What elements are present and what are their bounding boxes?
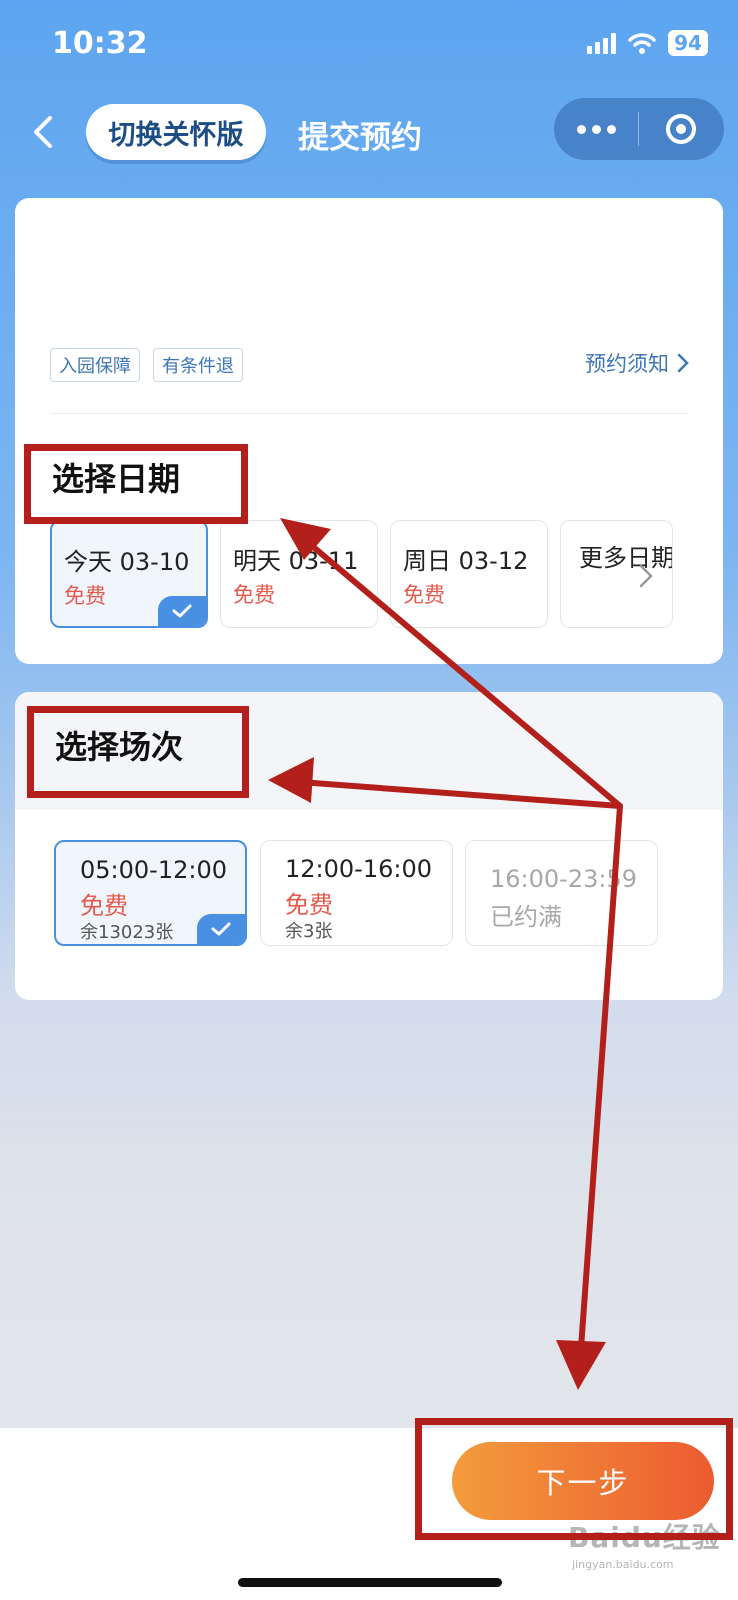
session-price: 免费 bbox=[285, 891, 333, 919]
session-price: 免费 bbox=[80, 892, 128, 920]
annotation-box-date bbox=[24, 444, 248, 524]
mini-program-capsule bbox=[554, 98, 724, 160]
check-icon bbox=[158, 596, 206, 626]
wifi-icon bbox=[628, 33, 656, 54]
more-dates-button[interactable]: 更多日期 bbox=[560, 520, 673, 628]
booking-notice-link[interactable]: 预约须知 bbox=[585, 348, 689, 378]
signal-icon bbox=[587, 32, 617, 54]
divider bbox=[50, 413, 689, 414]
battery-indicator: 94 bbox=[668, 30, 708, 56]
annotation-box-next bbox=[415, 1418, 733, 1540]
date-option-today[interactable]: 今天 03-10 免费 bbox=[50, 520, 208, 628]
session-time: 05:00-12:00 bbox=[80, 856, 227, 884]
date-option-sunday[interactable]: 周日 03-12 免费 bbox=[390, 520, 548, 628]
date-label: 今天 03-10 bbox=[64, 548, 190, 576]
close-miniprogram-icon[interactable] bbox=[639, 114, 723, 144]
session-option-afternoon[interactable]: 12:00-16:00 免费 余3张 bbox=[260, 840, 453, 946]
page-title: 提交预约 bbox=[298, 120, 422, 156]
session-time: 12:00-16:00 bbox=[285, 855, 432, 883]
date-option-tomorrow[interactable]: 明天 03-11 免费 bbox=[220, 520, 378, 628]
arrow-head-next bbox=[556, 1340, 606, 1390]
annotation-box-session bbox=[27, 706, 249, 798]
date-label: 明天 03-11 bbox=[233, 547, 359, 575]
date-price: 免费 bbox=[403, 583, 445, 607]
date-price: 免费 bbox=[64, 584, 106, 608]
tag-conditional-refund: 有条件退 bbox=[153, 348, 243, 382]
home-indicator bbox=[238, 1578, 502, 1587]
watermark-url: jingyan.baidu.com bbox=[572, 1558, 674, 1571]
chevron-right-icon bbox=[677, 353, 689, 373]
session-option-evening: 16:00-23:59 已约满 bbox=[465, 840, 658, 946]
booking-card: 入园保障 有条件退 预约须知 选择日期 今天 03-10 免费 明天 03-11… bbox=[15, 198, 723, 664]
session-status: 已约满 bbox=[490, 903, 562, 931]
status-icons: 94 bbox=[587, 30, 708, 56]
booking-notice-label: 预约须知 bbox=[585, 352, 669, 376]
more-dates-label: 更多日期 bbox=[579, 544, 673, 572]
session-option-morning[interactable]: 05:00-12:00 免费 余13023张 bbox=[54, 840, 247, 946]
date-price: 免费 bbox=[233, 583, 275, 607]
tag-entry-guarantee: 入园保障 bbox=[50, 348, 140, 382]
back-icon[interactable] bbox=[28, 112, 58, 152]
session-remaining: 余13023张 bbox=[80, 922, 174, 943]
more-options-icon[interactable] bbox=[554, 124, 638, 134]
session-time: 16:00-23:59 bbox=[490, 865, 637, 893]
care-mode-button[interactable]: 切换关怀版 bbox=[86, 104, 266, 160]
check-icon bbox=[197, 914, 245, 944]
date-label: 周日 03-12 bbox=[403, 547, 529, 575]
session-remaining: 余3张 bbox=[285, 921, 333, 942]
chevron-right-icon bbox=[639, 564, 653, 588]
status-time: 10:32 bbox=[52, 26, 148, 61]
